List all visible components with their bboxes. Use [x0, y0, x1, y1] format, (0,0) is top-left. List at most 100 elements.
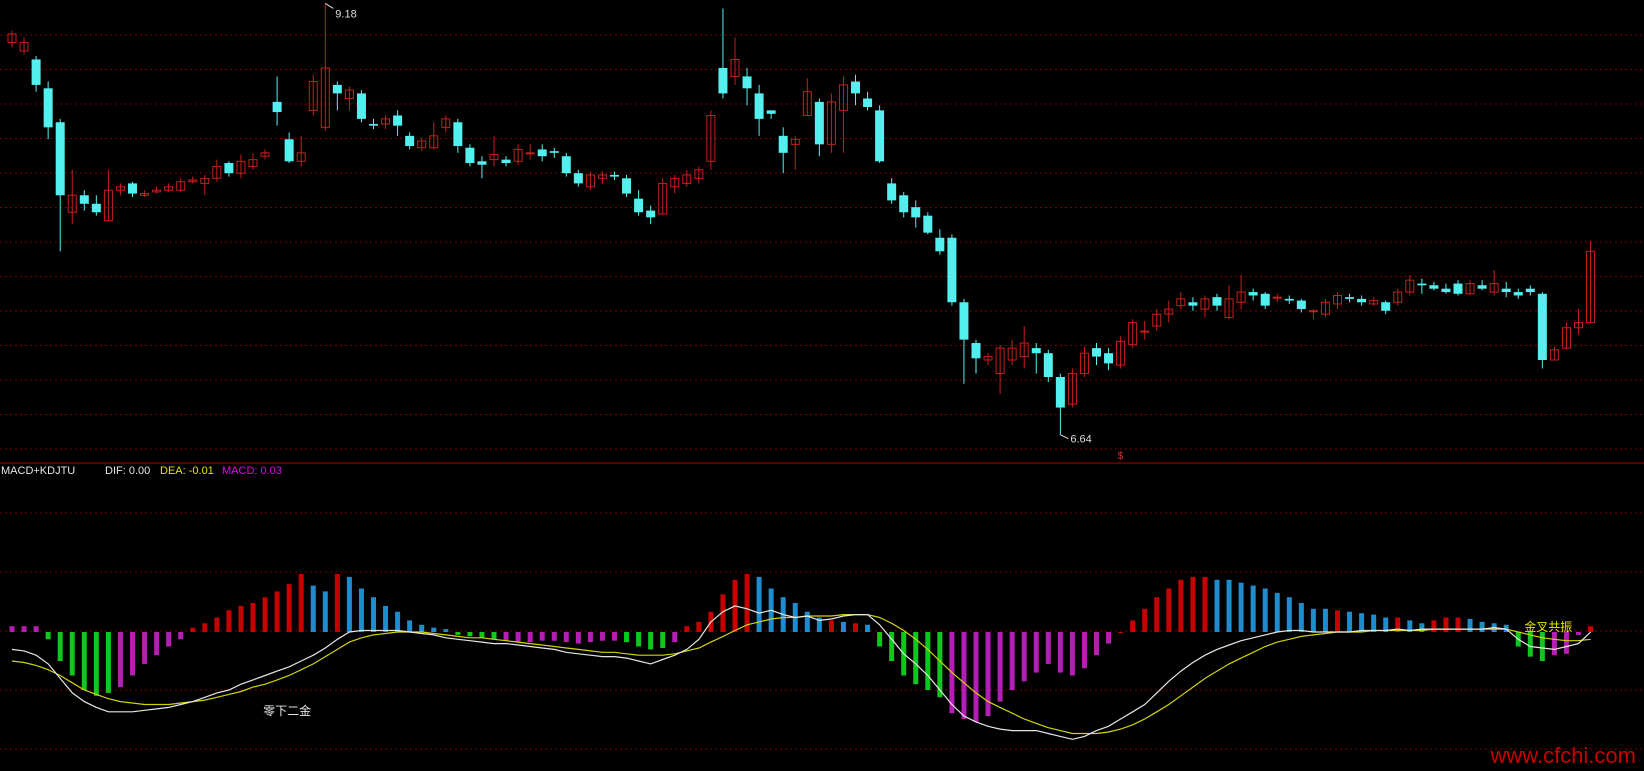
- candle: [1140, 320, 1150, 340]
- macd-bar: [93, 632, 99, 696]
- high-pointer: [325, 2, 334, 9]
- macd-bar: [226, 610, 232, 632]
- candle: [634, 190, 644, 216]
- candle: [1104, 348, 1114, 371]
- candle-body: [1188, 302, 1198, 306]
- candle: [284, 132, 294, 164]
- candle-body: [1429, 285, 1439, 289]
- indicator-name: MACD+KDJTU: [1, 465, 76, 477]
- candle-body: [923, 215, 933, 233]
- candle-body: [1248, 292, 1258, 296]
- candle-body: [1453, 283, 1463, 294]
- candle-body: [1055, 376, 1065, 408]
- macd-histogram[interactable]: [9, 574, 1594, 722]
- candle-body: [561, 156, 571, 174]
- candle: [1320, 298, 1330, 318]
- candle: [1513, 288, 1523, 299]
- watermark: www.cfchi.com: [1490, 743, 1636, 768]
- candle: [525, 144, 535, 160]
- macd-bar: [395, 611, 401, 632]
- candle: [1152, 309, 1162, 332]
- macd-bar: [828, 620, 834, 632]
- candle-body: [971, 343, 981, 359]
- candle-body: [525, 152, 535, 155]
- macd-bar: [1226, 579, 1232, 632]
- candle: [7, 30, 17, 48]
- candle: [826, 93, 836, 153]
- candle: [1405, 275, 1415, 296]
- candle-body: [1513, 292, 1523, 296]
- candle: [1501, 281, 1511, 298]
- candle: [1489, 270, 1499, 296]
- candle: [1224, 285, 1234, 320]
- candle: [1260, 292, 1270, 310]
- candle: [754, 84, 764, 136]
- candle: [1441, 283, 1451, 294]
- candle: [622, 174, 632, 197]
- candle: [1345, 293, 1355, 303]
- macd-bar: [1335, 610, 1340, 632]
- macd-bar: [358, 588, 364, 632]
- candle-body: [1284, 298, 1294, 301]
- candle: [1284, 295, 1294, 304]
- macd-bar: [274, 591, 280, 632]
- macd-bar: [1190, 576, 1196, 632]
- macd-bar: [551, 632, 557, 641]
- candle: [1272, 293, 1282, 303]
- candle: [802, 78, 812, 116]
- macd-bar: [298, 574, 304, 632]
- candle-body: [1104, 353, 1114, 364]
- candle-body: [1345, 297, 1355, 299]
- candle: [790, 135, 800, 170]
- macd-bar: [166, 632, 172, 647]
- candle-body: [1477, 285, 1487, 289]
- candle: [1176, 292, 1186, 310]
- dif-value: DIF: 0.00: [105, 465, 151, 477]
- candle: [369, 118, 378, 130]
- candle: [694, 166, 704, 184]
- macd-bar: [539, 632, 545, 641]
- dea-line[interactable]: [11, 613, 1591, 735]
- macd-annotation: 金叉共振: [1524, 619, 1572, 634]
- candle: [1549, 346, 1559, 361]
- candle: [778, 127, 788, 174]
- low-pointer: [1060, 434, 1069, 440]
- candle: [1164, 300, 1174, 323]
- candle-body: [537, 149, 547, 157]
- candle: [236, 154, 246, 179]
- candle: [911, 200, 921, 228]
- macd-bar: [1178, 579, 1184, 632]
- macd-bar: [202, 623, 208, 632]
- signal-marker: $: [1118, 451, 1124, 462]
- candle-body: [935, 237, 945, 252]
- candle-body: [1357, 298, 1367, 303]
- stock-chart[interactable]: 9.18 6.64 $ 零下二金 金叉共振: [0, 0, 1644, 771]
- macd-bar: [130, 632, 135, 676]
- candle: [91, 195, 101, 216]
- candlestick-series[interactable]: [7, 3, 1596, 435]
- candle-body: [899, 195, 909, 213]
- macd-bar: [431, 627, 437, 632]
- candle: [1296, 298, 1306, 313]
- macd-bar: [69, 632, 75, 676]
- candle: [923, 212, 933, 235]
- candle-body: [465, 147, 475, 164]
- macd-bar: [527, 632, 533, 643]
- candle-body: [1537, 293, 1547, 360]
- macd-bar: [1455, 617, 1461, 632]
- macd-bar: [250, 603, 256, 632]
- macd-bar: [1359, 613, 1365, 632]
- candle: [706, 110, 716, 170]
- macd-bar: [1238, 582, 1244, 632]
- candle: [1092, 343, 1101, 366]
- candle: [1357, 295, 1367, 306]
- macd-bar: [1033, 632, 1039, 673]
- candle-body: [356, 93, 366, 119]
- macd-annotation: 零下二金: [263, 703, 311, 718]
- candle-body: [1140, 330, 1150, 333]
- candle: [128, 181, 137, 197]
- candle-body: [453, 122, 463, 147]
- dif-line[interactable]: [11, 605, 1592, 740]
- candle: [441, 115, 451, 133]
- candle: [887, 178, 897, 204]
